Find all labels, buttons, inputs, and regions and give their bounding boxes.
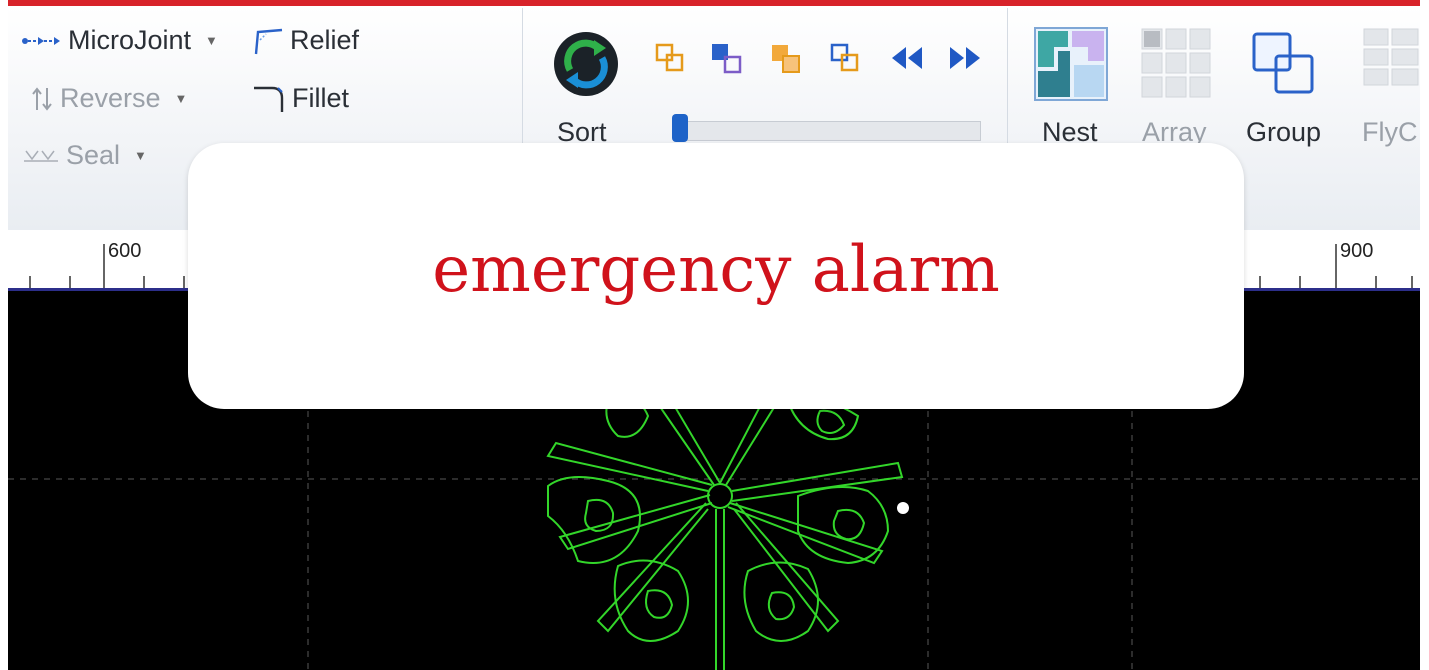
reverse-icon bbox=[32, 86, 52, 111]
alert-banner: emergency alarm bbox=[188, 143, 1244, 409]
window-border-right bbox=[1420, 0, 1429, 670]
sort-progress-slider[interactable] bbox=[676, 121, 981, 141]
microjoint-button[interactable]: MicroJoint ▼ bbox=[20, 25, 218, 56]
seal-icon bbox=[24, 150, 58, 162]
group-icon[interactable] bbox=[1250, 30, 1316, 96]
chevron-down-icon[interactable]: ▼ bbox=[205, 33, 218, 48]
chevron-down-icon[interactable]: ▼ bbox=[175, 91, 188, 106]
chevron-down-icon[interactable]: ▼ bbox=[134, 148, 147, 163]
microjoint-icon bbox=[22, 36, 60, 45]
seal-button[interactable]: Seal ▼ bbox=[22, 140, 147, 171]
order-last-icon[interactable] bbox=[830, 43, 860, 73]
microjoint-label: MicroJoint bbox=[68, 25, 192, 55]
fillet-icon bbox=[254, 86, 284, 112]
nest-icon[interactable] bbox=[1034, 27, 1108, 101]
fly-cut-button[interactable]: FlyC bbox=[1362, 117, 1418, 148]
fly-cut-icon[interactable] bbox=[1362, 27, 1420, 99]
window-border-left bbox=[0, 0, 8, 670]
reverse-button[interactable]: Reverse ▼ bbox=[30, 83, 187, 114]
relief-button[interactable]: Relief bbox=[252, 25, 359, 56]
array-icon[interactable] bbox=[1140, 27, 1212, 99]
fillet-button[interactable]: Fillet bbox=[252, 83, 349, 114]
ruler-label-900: 900 bbox=[1340, 240, 1374, 262]
fast-forward-icon[interactable] bbox=[948, 45, 982, 71]
group-button[interactable]: Group bbox=[1246, 117, 1321, 148]
relief-icon bbox=[254, 28, 283, 54]
slider-thumb[interactable] bbox=[672, 114, 688, 142]
sort-icon[interactable] bbox=[552, 30, 620, 98]
order-previous-icon[interactable] bbox=[770, 43, 802, 75]
relief-label: Relief bbox=[290, 25, 360, 55]
alert-banner-text: emergency alarm bbox=[432, 233, 1000, 307]
rewind-icon[interactable] bbox=[890, 45, 924, 71]
fillet-label: Fillet bbox=[292, 83, 350, 113]
order-first-icon[interactable] bbox=[655, 43, 685, 73]
selection-handle[interactable] bbox=[897, 502, 909, 514]
ruler-label-600: 600 bbox=[108, 240, 142, 262]
order-next-icon[interactable] bbox=[711, 43, 743, 75]
app-window: MicroJoint ▼ Relief Reverse ▼ Fillet Sea… bbox=[0, 0, 1429, 670]
seal-label: Seal bbox=[66, 140, 121, 170]
reverse-label: Reverse bbox=[60, 83, 161, 113]
